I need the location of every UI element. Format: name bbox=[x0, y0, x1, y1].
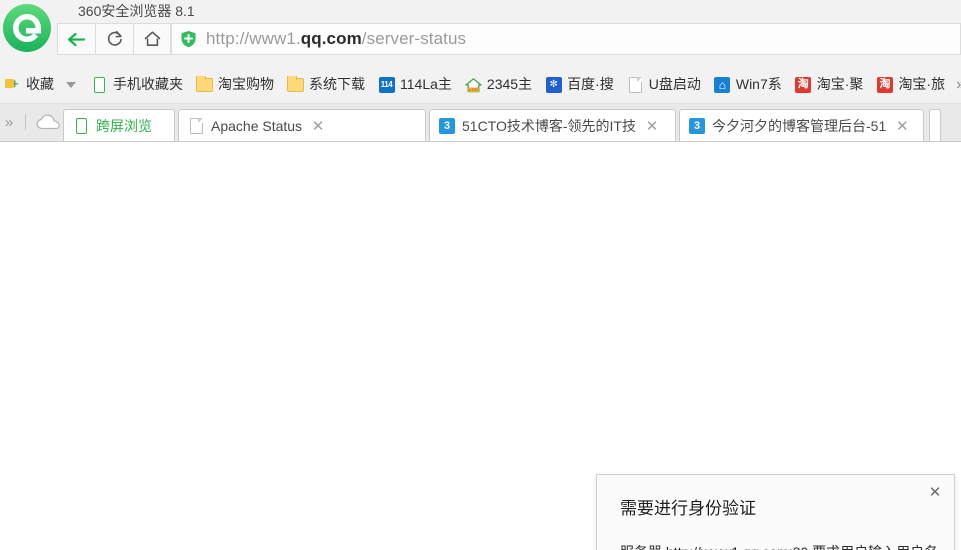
bookmark-label: 系统下载 bbox=[309, 76, 365, 92]
house-icon: 2345 bbox=[465, 76, 482, 93]
bookmark-item-system-downloads[interactable]: 系统下载 bbox=[283, 73, 369, 97]
url-host: qq.com bbox=[300, 29, 362, 48]
auth-dialog: ✕ 需要进行身份验证 服务器 http://www1.qq.com:80 要求用… bbox=[596, 474, 955, 550]
bookmark-label: 淘宝·旅 bbox=[898, 76, 946, 92]
address-bar-text: http://www1.qq.com/server-status bbox=[206, 29, 466, 49]
114la-icon: 114 bbox=[378, 76, 395, 93]
tab-crossview[interactable]: 跨屏浏览 bbox=[63, 109, 175, 141]
bookmark-label: 淘宝·聚 bbox=[816, 76, 864, 92]
bookmark-label: U盘启动 bbox=[648, 76, 701, 92]
browser-chrome-top: 360安全浏览器 8.1 http://www1.qq.com/server-s… bbox=[0, 0, 961, 104]
bookmark-label: 114La主 bbox=[400, 76, 452, 92]
dialog-close-icon[interactable]: ✕ bbox=[926, 484, 944, 502]
taobao-icon: 淘 bbox=[876, 76, 893, 93]
51cto-icon: 3 bbox=[439, 117, 455, 134]
51cto-icon: 3 bbox=[689, 117, 705, 134]
bookmark-item-2345[interactable]: 2345 2345主 bbox=[461, 73, 536, 97]
tab-scroll-chevron-left-icon[interactable]: » bbox=[0, 114, 18, 131]
tab-apache-status[interactable]: Apache Status ✕ bbox=[178, 109, 426, 141]
tab-separator bbox=[25, 114, 26, 130]
reload-button[interactable] bbox=[95, 23, 133, 55]
shield-icon bbox=[180, 30, 197, 48]
tab-strip-leading-controls: » bbox=[0, 104, 63, 141]
dialog-title: 需要进行身份验证 bbox=[620, 499, 756, 518]
bookmark-label: 手机收藏夹 bbox=[113, 76, 183, 92]
url-path: /server-status bbox=[361, 29, 467, 48]
bookmark-item-usb-boot[interactable]: U盘启动 bbox=[623, 73, 705, 97]
bookmark-item-taobao-ju[interactable]: 淘 淘宝·聚 bbox=[791, 73, 868, 97]
browser-logo-icon bbox=[2, 3, 52, 53]
back-button[interactable] bbox=[57, 23, 95, 55]
bookmark-item-taobao-shopping[interactable]: 淘宝购物 bbox=[192, 73, 278, 97]
tab-label: 51CTO技术博客-领先的IT技 bbox=[462, 117, 636, 134]
folder-icon bbox=[196, 76, 213, 93]
tab-partial-next[interactable] bbox=[929, 109, 941, 141]
tab-strip: » 跨屏浏览 Apache Status ✕ 3 51CTO技术博客-领先的IT… bbox=[0, 104, 961, 142]
tab-label: 跨屏浏览 bbox=[96, 117, 152, 134]
baidu-paw-icon: ✼ bbox=[545, 76, 562, 93]
dialog-message: 服务器 http://www1.qq.com:80 要求用户输入用户名和密码。服… bbox=[620, 541, 942, 550]
folder-icon bbox=[287, 76, 304, 93]
bookmark-item-taobao-travel[interactable]: 淘 淘宝·旅 bbox=[872, 73, 949, 97]
bookmarks-overflow-chevrons-right-icon[interactable]: » bbox=[954, 76, 961, 94]
bookmark-label: 2345主 bbox=[486, 76, 533, 92]
bookmark-label: 淘宝购物 bbox=[218, 76, 274, 92]
bookmark-item-phone-favorites[interactable]: 手机收藏夹 bbox=[87, 73, 187, 97]
home-icon bbox=[144, 31, 160, 46]
tab-label: Apache Status bbox=[211, 117, 303, 134]
back-arrow-icon bbox=[67, 32, 86, 46]
document-icon bbox=[188, 117, 204, 134]
document-icon bbox=[627, 76, 644, 93]
tab-51cto-blog[interactable]: 3 51CTO技术博客-领先的IT技 ✕ bbox=[429, 109, 676, 141]
bookmark-label: 收藏 bbox=[26, 76, 54, 92]
window-title: 360安全浏览器 8.1 bbox=[78, 3, 195, 19]
bookmark-item-win7[interactable]: ⌂ Win7系 bbox=[710, 73, 786, 97]
bookmark-item-114la[interactable]: 114 114La主 bbox=[374, 73, 456, 97]
svg-text:2345: 2345 bbox=[468, 87, 479, 92]
browser-window: 360安全浏览器 8.1 http://www1.qq.com/server-s… bbox=[0, 0, 961, 550]
cloud-icon[interactable] bbox=[33, 104, 63, 141]
bookmarks-bar: 收藏 手机收藏夹 淘宝购物 系统下载 114 114La主 bbox=[0, 69, 961, 100]
reload-icon bbox=[107, 30, 122, 46]
bookmarks-dropdown-chevron-down-icon[interactable] bbox=[63, 75, 79, 95]
taobao-icon: 淘 bbox=[795, 76, 812, 93]
address-bar[interactable]: http://www1.qq.com/server-status bbox=[171, 23, 961, 55]
phone-icon bbox=[91, 76, 108, 93]
tab-close-icon[interactable]: ✕ bbox=[894, 117, 910, 135]
favorites-star-icon bbox=[4, 76, 21, 93]
navigation-toolbar bbox=[57, 23, 171, 55]
bookmark-label: Win7系 bbox=[735, 76, 782, 92]
win7-icon: ⌂ bbox=[714, 76, 731, 93]
bookmark-item-baidu-search[interactable]: ✼ 百度·搜 bbox=[541, 73, 618, 97]
home-button[interactable] bbox=[133, 23, 171, 55]
tab-blog-admin[interactable]: 3 今夕河夕的博客管理后台-51 ✕ bbox=[679, 109, 924, 141]
tab-close-icon[interactable]: ✕ bbox=[310, 117, 326, 135]
bookmark-favorites[interactable]: 收藏 bbox=[0, 73, 58, 97]
tab-label: 今夕河夕的博客管理后台-51 bbox=[712, 117, 887, 134]
phone-green-icon bbox=[73, 117, 89, 134]
tab-close-icon[interactable]: ✕ bbox=[644, 117, 660, 135]
url-prefix: http://www1. bbox=[206, 29, 301, 48]
bookmark-label: 百度·搜 bbox=[567, 76, 614, 92]
page-viewport: ✕ 需要进行身份验证 服务器 http://www1.qq.com:80 要求用… bbox=[0, 142, 961, 550]
